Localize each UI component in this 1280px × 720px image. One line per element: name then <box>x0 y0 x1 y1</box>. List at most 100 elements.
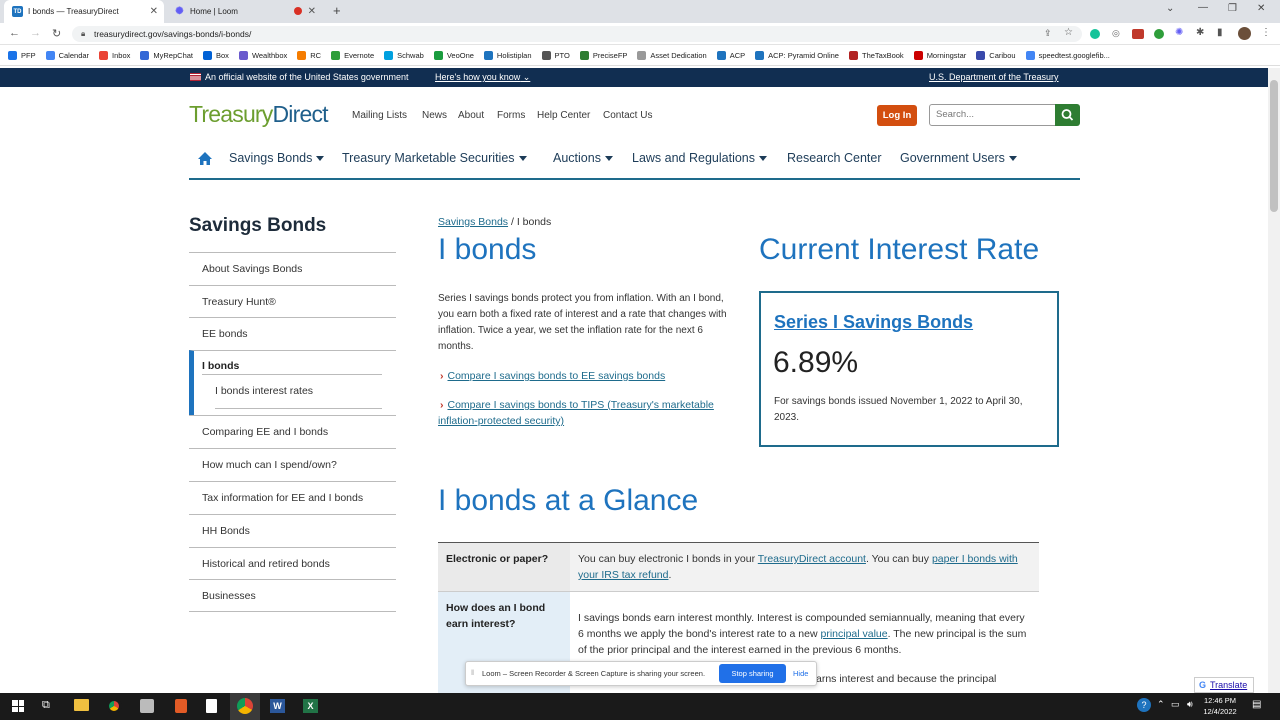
volume-icon[interactable]: 🔊︎ <box>1187 699 1193 710</box>
bookmark-item[interactable]: Wealthbox <box>238 51 287 60</box>
app-icon[interactable] <box>175 699 187 713</box>
nav-auctions[interactable]: Auctions <box>553 151 613 165</box>
bookmark-star-icon[interactable]: ☆ <box>1064 27 1073 38</box>
forward-icon[interactable]: → <box>30 27 41 39</box>
help-center-link[interactable]: Help Center <box>537 110 590 121</box>
sidebar-item-ee-bonds[interactable]: EE bonds <box>189 317 396 350</box>
bookmark-item[interactable]: Inbox <box>99 51 130 60</box>
minimize-icon[interactable]: — <box>1198 2 1208 13</box>
grammarly-extension-icon[interactable] <box>1090 29 1100 39</box>
home-icon[interactable] <box>197 151 213 171</box>
sidebar-item-historical[interactable]: Historical and retired bonds <box>189 547 396 580</box>
windows-start-icon[interactable] <box>12 700 24 712</box>
bookmark-item[interactable]: MyRepChat <box>140 51 193 60</box>
principal-value-link[interactable]: principal value <box>820 628 887 640</box>
compare-tips-link[interactable]: › Compare I savings bonds to TIPS (Treasu… <box>438 397 740 429</box>
sidebar-item-treasury-hunt[interactable]: Treasury Hunt® <box>189 285 396 318</box>
reload-icon[interactable]: ↻ <box>52 27 61 40</box>
treasury-dept-link[interactable]: U.S. Department of the Treasury <box>929 72 1059 82</box>
scrollbar-thumb[interactable] <box>1270 80 1278 212</box>
bookmark-item[interactable]: VeoOne <box>433 51 474 60</box>
nav-government-users[interactable]: Government Users <box>900 151 1017 165</box>
word-icon[interactable]: W <box>270 699 285 713</box>
tab-treasurydirect[interactable]: TD I bonds — TreasuryDirect ✕ <box>4 0 164 23</box>
clock[interactable]: 12:46 PM 12/4/2022 <box>1200 695 1240 717</box>
search-button[interactable] <box>1055 104 1080 126</box>
close-window-icon[interactable]: ✕ <box>1257 3 1265 14</box>
network-icon[interactable]: ▭ <box>1171 699 1180 710</box>
news-link[interactable]: News <box>422 110 447 121</box>
restore-icon[interactable]: ❐ <box>1228 3 1237 14</box>
app-icon[interactable] <box>140 699 154 713</box>
tab-search-icon[interactable]: ⌄ <box>1166 3 1174 14</box>
avatar[interactable] <box>1238 27 1251 40</box>
bookmark-item[interactable]: PFP <box>8 51 36 60</box>
login-button[interactable]: Log In <box>877 105 917 126</box>
side-panel-icon[interactable]: ▮ <box>1217 27 1223 38</box>
extension-icon[interactable]: ◎ <box>1112 28 1120 39</box>
bookmark-item[interactable]: Caribou <box>976 51 1016 60</box>
nav-laws-regulations[interactable]: Laws and Regulations <box>632 151 767 165</box>
notepad-icon[interactable] <box>206 699 217 713</box>
bookmark-item[interactable]: Calendar <box>45 51 89 60</box>
bookmark-item[interactable]: Morningstar <box>913 51 966 60</box>
nav-savings-bonds[interactable]: Savings Bonds <box>229 151 325 165</box>
stop-sharing-button[interactable]: Stop sharing <box>719 664 786 683</box>
puzzle-icon[interactable]: ✱ <box>1196 27 1204 38</box>
close-tab-icon[interactable]: ✕ <box>150 6 158 17</box>
bookmark-item[interactable]: speedtest.googlefib... <box>1025 51 1110 60</box>
drag-handle-icon[interactable]: ‖ <box>471 668 474 677</box>
bookmark-item[interactable]: ACP: Pyramid Online <box>755 51 839 60</box>
bookmark-item[interactable]: Asset Dedication <box>637 51 707 60</box>
compare-ee-link[interactable]: › Compare I savings bonds to EE savings b… <box>440 368 740 384</box>
mailing-lists-link[interactable]: Mailing Lists <box>352 110 407 121</box>
tray-chevron-icon[interactable]: ⌃ <box>1157 699 1165 710</box>
sidebar-item-businesses[interactable]: Businesses <box>189 579 396 612</box>
bookmark-item[interactable]: TheTaxBook <box>848 51 904 60</box>
bookmark-item[interactable]: Evernote <box>331 51 374 60</box>
how-you-know-link[interactable]: Here's how you know ⌄ <box>435 72 530 83</box>
tab-loom[interactable]: ✺ Home | Loom ✕ <box>166 0 322 23</box>
contact-us-link[interactable]: Contact Us <box>603 110 652 121</box>
nav-marketable-securities[interactable]: Treasury Marketable Securities <box>342 151 527 165</box>
back-icon[interactable]: ← <box>9 27 20 39</box>
new-tab-icon[interactable]: + <box>333 3 341 18</box>
excel-icon[interactable]: X <box>303 699 318 713</box>
bookmark-item[interactable]: Schwab <box>384 51 424 60</box>
about-link[interactable]: About <box>458 110 484 121</box>
treasurydirect-account-link[interactable]: TreasuryDirect account <box>758 553 866 565</box>
treasurydirect-logo[interactable]: TreasuryDirect <box>189 101 329 128</box>
task-view-icon[interactable]: ⧉ <box>42 699 50 712</box>
translate-widget[interactable]: G Translate <box>1194 677 1254 693</box>
bookmark-item[interactable]: RC <box>297 51 321 60</box>
sidebar-item-tax-info[interactable]: Tax information for EE and I bonds <box>189 481 396 514</box>
loom-extension-icon[interactable]: ✺ <box>1175 27 1183 38</box>
bookmark-item[interactable]: Box <box>203 51 229 60</box>
nav-research-center[interactable]: Research Center <box>787 151 882 165</box>
bookmark-item[interactable]: PreciseFP <box>579 51 627 60</box>
bookmark-item[interactable]: PTO <box>541 51 570 60</box>
bookmark-item[interactable]: ACP <box>716 51 745 60</box>
forms-link[interactable]: Forms <box>497 110 525 121</box>
help-icon[interactable]: ? <box>1137 698 1151 712</box>
hide-button[interactable]: Hide <box>793 669 808 678</box>
chrome-icon[interactable] <box>106 698 122 714</box>
bookmark-item[interactable]: Holistiplan <box>483 51 532 60</box>
sidebar-item-i-bonds-rates[interactable]: I bonds interest rates <box>215 385 313 397</box>
sidebar-item-about[interactable]: About Savings Bonds <box>189 252 396 285</box>
series-i-link[interactable]: Series I Savings Bonds <box>774 312 973 333</box>
sidebar-item-hh-bonds[interactable]: HH Bonds <box>189 514 396 547</box>
sidebar-item-how-much[interactable]: How much can I spend/own? <box>189 448 396 481</box>
sidebar-item-i-bonds[interactable]: I bonds <box>202 360 239 372</box>
extension-icon[interactable] <box>1154 29 1164 39</box>
menu-icon[interactable]: ⋮ <box>1261 27 1271 38</box>
extension-icon[interactable] <box>1132 29 1144 39</box>
breadcrumb-link[interactable]: Savings Bonds <box>438 216 508 228</box>
file-explorer-icon[interactable] <box>74 699 89 711</box>
search-input[interactable]: Search... <box>929 104 1056 126</box>
close-tab-icon[interactable]: ✕ <box>308 6 316 17</box>
address-bar[interactable]: 🔒︎ treasurydirect.gov/savings-bonds/i-bo… <box>72 26 1082 42</box>
sidebar-item-comparing[interactable]: Comparing EE and I bonds <box>189 415 396 448</box>
share-icon[interactable]: ⇪ <box>1044 28 1052 39</box>
notifications-icon[interactable]: ▤ <box>1252 699 1261 710</box>
